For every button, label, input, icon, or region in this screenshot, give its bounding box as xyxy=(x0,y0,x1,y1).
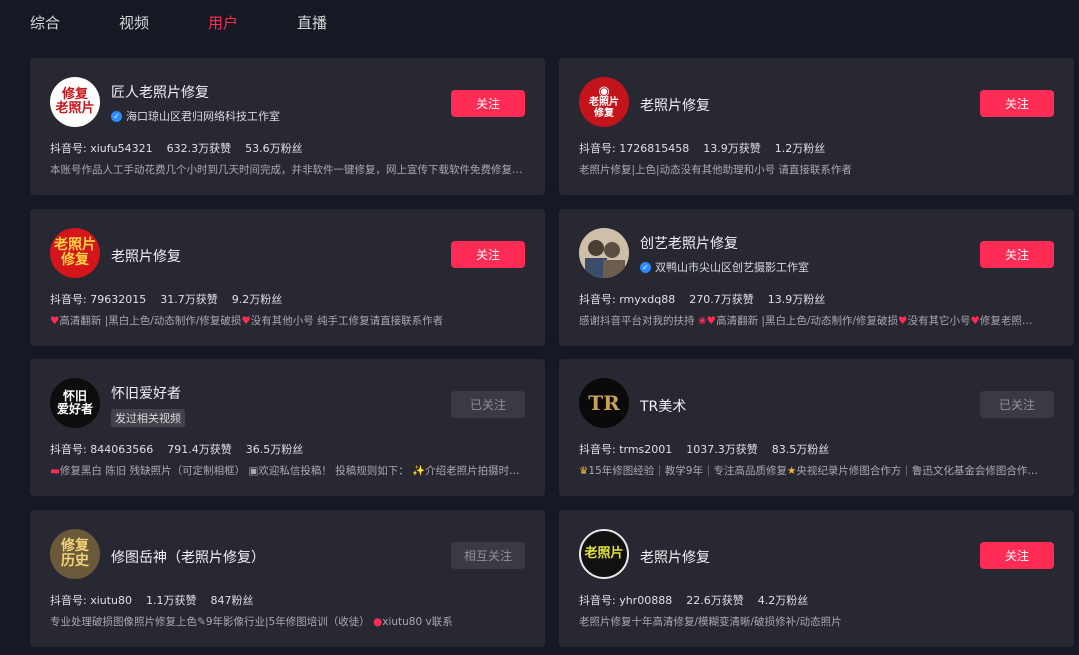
user-bio: 感谢抖音平台对我的扶持 ❀♥高清翻新 |黑白上色/动态制作/修复破损♥没有其它小… xyxy=(579,315,1033,327)
user-stats: 抖音号: trms2001 1037.3万获赞 83.5万粉丝 xyxy=(579,443,830,456)
portrait-photo-icon xyxy=(579,228,629,278)
tab-comprehensive[interactable]: 综合 xyxy=(30,12,60,33)
user-card[interactable]: 怀旧 爱好者 怀旧爱好者 发过相关视频 已关注 抖音号: 844063566 791… xyxy=(30,359,545,496)
user-name[interactable]: 老照片修复 xyxy=(640,547,710,567)
mutual-follow-button[interactable]: 相互关注 xyxy=(451,542,525,569)
frame-icon: ▣ xyxy=(248,465,259,477)
tab-video[interactable]: 视频 xyxy=(119,12,149,33)
user-bio: 老照片修复十年高清修复/模糊变清晰/破损修补/动态照片 xyxy=(579,616,842,628)
user-name[interactable]: 匠人老照片修复 xyxy=(111,82,209,102)
user-bio: 老照片修复|上色|动态没有其他助理和小号 请直接联系作者 xyxy=(579,164,852,176)
user-card[interactable]: 修复 历史 修图岳神（老照片修复） 相互关注 抖音号: xiutu80 1.1万获赞… xyxy=(30,510,545,647)
user-stats: 抖音号: xiufu54321 632.3万获赞 53.6万粉丝 xyxy=(50,142,303,155)
search-tabs: 综合 视频 用户 直播 xyxy=(0,0,1079,44)
verified-icon: ✓ xyxy=(111,110,122,122)
user-stats: 抖音号: 844063566 791.4万获赞 36.5万粉丝 xyxy=(50,443,304,456)
avatar[interactable]: 修复 历史 xyxy=(50,529,100,579)
user-stats: 抖音号: yhr00888 22.6万获赞 4.2万粉丝 xyxy=(579,594,809,607)
user-bio: ♥高清翻新 |黑白上色/动态制作/修复破损♥没有其他小号 纯手工修复请直接联系作… xyxy=(50,315,444,327)
avatar[interactable]: ◉ 老照片 修复 xyxy=(579,77,629,127)
flag-icon: ▬ xyxy=(50,465,60,477)
user-bio: 专业处理破损图像照片修复上色✎9年影像行业|5年修图培训（收徒） ●xiutu8… xyxy=(50,616,453,628)
user-card[interactable]: 老照片 老照片修复 关注 抖音号: yhr00888 22.6万获赞 4.2万粉丝 … xyxy=(559,510,1074,647)
user-name[interactable]: 老照片修复 xyxy=(640,95,710,115)
follow-button[interactable]: 关注 xyxy=(980,542,1054,569)
follow-button[interactable]: 关注 xyxy=(980,241,1054,268)
avatar[interactable]: 老照片 xyxy=(579,529,629,579)
medal-icon: ★ xyxy=(786,465,797,477)
user-name[interactable]: 怀旧爱好者 xyxy=(111,383,181,403)
user-card[interactable]: 修复 老照片 匠人老照片修复 ✓ 海口琼山区君归网络科技工作室 关注 抖音号: x… xyxy=(30,58,545,195)
user-stats: 抖音号: rmyxdq88 270.7万获赞 13.9万粉丝 xyxy=(579,293,826,306)
user-bio: ♛15年修图经验｜教学9年｜专注高品质修复★央视纪录片修图合作方｜鲁迅文化基金会… xyxy=(579,465,1038,477)
tab-live[interactable]: 直播 xyxy=(297,12,327,33)
avatar[interactable]: 怀旧 爱好者 xyxy=(50,378,100,428)
avatar[interactable]: TR xyxy=(579,378,629,428)
avatar[interactable]: 修复 老照片 xyxy=(50,77,100,127)
heart-icon: ♥ xyxy=(50,315,60,327)
user-stats: 抖音号: 1726815458 13.9万获赞 1.2万粉丝 xyxy=(579,142,826,155)
related-video-tag: 发过相关视频 xyxy=(111,409,185,427)
trophy-icon: ♛ xyxy=(579,465,589,477)
user-name[interactable]: TR美术 xyxy=(640,396,686,416)
follow-button[interactable]: 关注 xyxy=(451,241,525,268)
user-stats: 抖音号: 79632015 31.7万获赞 9.2万粉丝 xyxy=(50,293,283,306)
user-card[interactable]: TR TR美术 已关注 抖音号: trms2001 1037.3万获赞 83.5万粉… xyxy=(559,359,1074,496)
camera-icon: ✎ xyxy=(197,616,206,628)
heart-icon: ♥ xyxy=(241,315,251,327)
follow-button[interactable]: 关注 xyxy=(451,90,525,117)
tab-users[interactable]: 用户 xyxy=(208,12,238,33)
user-name[interactable]: 创艺老照片修复 xyxy=(640,233,738,253)
user-card[interactable]: 老照片 修复 老照片修复 关注 抖音号: 79632015 31.7万获赞 9.2万粉… xyxy=(30,209,545,346)
user-card[interactable]: 创艺老照片修复 ✓ 双鸭山市尖山区创艺摄影工作室 关注 抖音号: rmyxdq8… xyxy=(559,209,1074,346)
user-bio: 本账号作品人工手动花费几个小时到几天时间完成，并非软件一键修复，网上宣传下载软件… xyxy=(50,164,523,176)
rose-icon: ❀ xyxy=(697,315,707,327)
verified-org: ✓ 双鸭山市尖山区创艺摄影工作室 xyxy=(640,259,809,275)
verified-org: ✓ 海口琼山区君归网络科技工作室 xyxy=(111,108,280,124)
sparkle-icon: ✨ xyxy=(412,465,426,477)
badge-icon: ● xyxy=(373,616,383,628)
heart-icon: ♥ xyxy=(706,315,717,327)
verified-icon: ✓ xyxy=(640,261,651,273)
user-bio: ▬修复黑白 陈旧 残缺照片（可定制相框） ▣欢迎私信投稿！ 投稿规则如下： ✨介… xyxy=(50,465,520,477)
followed-button[interactable]: 已关注 xyxy=(980,391,1054,418)
user-card[interactable]: ◉ 老照片 修复 老照片修复 关注 抖音号: 1726815458 13.9万获赞 1.… xyxy=(559,58,1074,195)
heart-icon: ♥ xyxy=(970,315,980,327)
followed-button[interactable]: 已关注 xyxy=(451,391,525,418)
avatar[interactable]: 老照片 修复 xyxy=(50,228,100,278)
follow-button[interactable]: 关注 xyxy=(980,90,1054,117)
user-name[interactable]: 老照片修复 xyxy=(111,246,181,266)
user-name[interactable]: 修图岳神（老照片修复） xyxy=(111,547,265,567)
user-stats: 抖音号: xiutu80 1.1万获赞 847粉丝 xyxy=(50,594,254,607)
avatar[interactable] xyxy=(579,228,629,278)
